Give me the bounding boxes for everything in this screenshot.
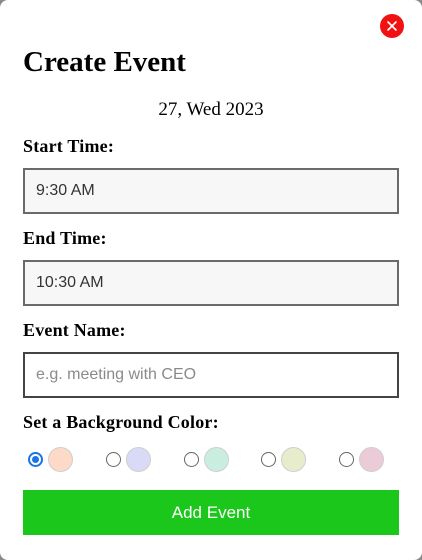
- color-swatch-3[interactable]: [204, 446, 229, 472]
- dialog-title: Create Event: [23, 46, 186, 78]
- color-option-2[interactable]: [106, 445, 151, 473]
- end-time-label: End Time:: [23, 228, 107, 248]
- close-button[interactable]: [380, 14, 404, 38]
- end-time-input[interactable]: [23, 260, 399, 306]
- color-option-4[interactable]: [261, 445, 306, 473]
- color-radio-2[interactable]: [106, 451, 121, 467]
- event-date: 27, Wed 2023: [158, 99, 264, 120]
- color-swatch-5[interactable]: [359, 446, 384, 472]
- close-x-icon: [387, 21, 397, 31]
- background-color-options: [28, 445, 398, 473]
- color-option-1[interactable]: [28, 445, 73, 473]
- color-swatch-4[interactable]: [281, 446, 306, 472]
- add-event-button[interactable]: Add Event: [23, 490, 399, 535]
- color-radio-5[interactable]: [339, 451, 354, 467]
- color-radio-4[interactable]: [261, 451, 276, 467]
- color-option-3[interactable]: [184, 445, 229, 473]
- color-radio-1[interactable]: [28, 451, 43, 467]
- start-time-input[interactable]: [23, 168, 399, 214]
- color-swatch-1[interactable]: [48, 446, 73, 472]
- background-color-label: Set a Background Color:: [23, 412, 219, 432]
- event-name-label: Event Name:: [23, 320, 126, 340]
- color-swatch-2[interactable]: [126, 446, 151, 472]
- create-event-dialog: Create Event 27, Wed 2023 Start Time: En…: [0, 0, 422, 560]
- color-radio-3[interactable]: [184, 451, 199, 467]
- start-time-label: Start Time:: [23, 136, 115, 156]
- event-name-input[interactable]: [23, 352, 399, 398]
- color-option-5[interactable]: [339, 445, 384, 473]
